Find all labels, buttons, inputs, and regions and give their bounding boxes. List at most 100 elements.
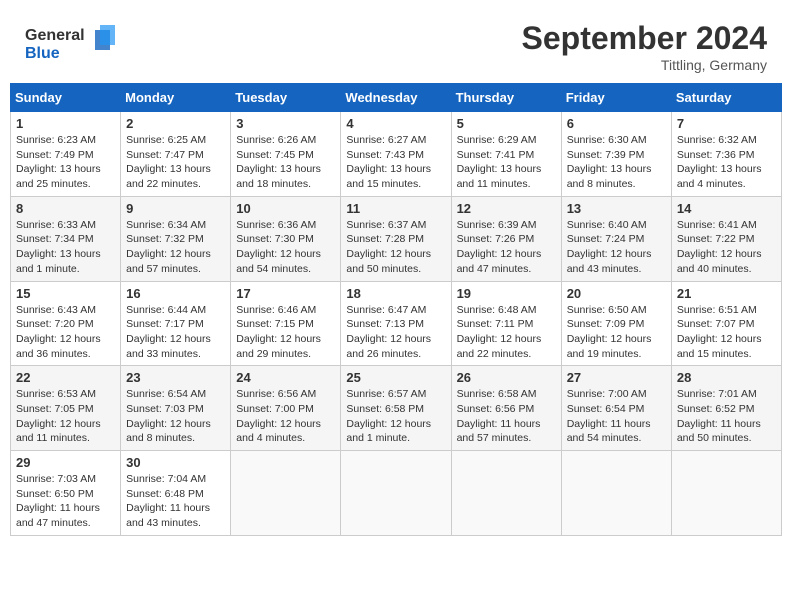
- day-info: Sunrise: 6:46 AM Sunset: 7:15 PM Dayligh…: [236, 303, 335, 362]
- calendar-cell: 24Sunrise: 6:56 AM Sunset: 7:00 PM Dayli…: [231, 366, 341, 451]
- day-number: 5: [457, 116, 556, 131]
- calendar-cell: [231, 451, 341, 536]
- day-number: 1: [16, 116, 115, 131]
- day-info: Sunrise: 6:30 AM Sunset: 7:39 PM Dayligh…: [567, 133, 666, 192]
- svg-text:General: General: [25, 27, 85, 44]
- day-number: 4: [346, 116, 445, 131]
- day-info: Sunrise: 6:36 AM Sunset: 7:30 PM Dayligh…: [236, 218, 335, 277]
- day-number: 27: [567, 370, 666, 385]
- calendar-cell: 6 Sunrise: 6:30 AM Sunset: 7:39 PM Daylig…: [561, 112, 671, 197]
- day-number: 9: [126, 201, 225, 216]
- calendar-cell: 7Sunrise: 6:32 AM Sunset: 7:36 PM Daylig…: [671, 112, 781, 197]
- day-number: 24: [236, 370, 335, 385]
- month-title: September 2024: [522, 20, 767, 57]
- col-sunday: Sunday: [11, 84, 121, 112]
- day-number: 26: [457, 370, 556, 385]
- day-info: Sunrise: 6:29 AM Sunset: 7:41 PM Dayligh…: [457, 133, 556, 192]
- day-info: Sunrise: 6:23 AM Sunset: 7:49 PM Dayligh…: [16, 133, 115, 192]
- day-number: 10: [236, 201, 335, 216]
- week-row-1: 1 Sunrise: 6:23 AM Sunset: 7:49 PM Daylig…: [11, 112, 782, 197]
- day-info: Sunrise: 7:01 AM Sunset: 6:52 PM Dayligh…: [677, 387, 776, 446]
- calendar-cell: 26 Sunrise: 6:58 AM Sunset: 6:56 PM Dayli…: [451, 366, 561, 451]
- day-info: Sunrise: 6:27 AM Sunset: 7:43 PM Dayligh…: [346, 133, 445, 192]
- day-number: 2: [126, 116, 225, 131]
- calendar-cell: [671, 451, 781, 536]
- col-monday: Monday: [121, 84, 231, 112]
- calendar-cell: 25 Sunrise: 6:57 AM Sunset: 6:58 PM Dayli…: [341, 366, 451, 451]
- calendar-cell: 18 Sunrise: 6:47 AM Sunset: 7:13 PM Dayli…: [341, 281, 451, 366]
- calendar-cell: 13 Sunrise: 6:40 AM Sunset: 7:24 PM Dayli…: [561, 196, 671, 281]
- day-number: 14: [677, 201, 776, 216]
- calendar-table: Sunday Monday Tuesday Wednesday Thursday…: [10, 83, 782, 536]
- day-info: Sunrise: 6:43 AM Sunset: 7:20 PM Dayligh…: [16, 303, 115, 362]
- day-info: Sunrise: 6:57 AM Sunset: 6:58 PM Dayligh…: [346, 387, 445, 446]
- day-info: Sunrise: 6:53 AM Sunset: 7:05 PM Dayligh…: [16, 387, 115, 446]
- day-number: 17: [236, 286, 335, 301]
- day-number: 29: [16, 455, 115, 470]
- day-info: Sunrise: 6:58 AM Sunset: 6:56 PM Dayligh…: [457, 387, 556, 446]
- col-wednesday: Wednesday: [341, 84, 451, 112]
- day-number: 3: [236, 116, 335, 131]
- day-info: Sunrise: 6:51 AM Sunset: 7:07 PM Dayligh…: [677, 303, 776, 362]
- calendar-cell: [561, 451, 671, 536]
- calendar-cell: 29 Sunrise: 7:03 AM Sunset: 6:50 PM Dayli…: [11, 451, 121, 536]
- calendar-cell: 20 Sunrise: 6:50 AM Sunset: 7:09 PM Dayli…: [561, 281, 671, 366]
- calendar-cell: [451, 451, 561, 536]
- day-info: Sunrise: 6:48 AM Sunset: 7:11 PM Dayligh…: [457, 303, 556, 362]
- week-row-2: 8Sunrise: 6:33 AM Sunset: 7:34 PM Daylig…: [11, 196, 782, 281]
- day-info: Sunrise: 7:03 AM Sunset: 6:50 PM Dayligh…: [16, 472, 115, 531]
- day-info: Sunrise: 7:04 AM Sunset: 6:48 PM Dayligh…: [126, 472, 225, 531]
- calendar-header-row: Sunday Monday Tuesday Wednesday Thursday…: [11, 84, 782, 112]
- calendar-cell: 3Sunrise: 6:26 AM Sunset: 7:45 PM Daylig…: [231, 112, 341, 197]
- day-number: 19: [457, 286, 556, 301]
- day-info: Sunrise: 6:54 AM Sunset: 7:03 PM Dayligh…: [126, 387, 225, 446]
- calendar-cell: 23Sunrise: 6:54 AM Sunset: 7:03 PM Dayli…: [121, 366, 231, 451]
- day-number: 18: [346, 286, 445, 301]
- calendar-cell: 27Sunrise: 7:00 AM Sunset: 6:54 PM Dayli…: [561, 366, 671, 451]
- col-tuesday: Tuesday: [231, 84, 341, 112]
- day-number: 15: [16, 286, 115, 301]
- calendar-cell: 22Sunrise: 6:53 AM Sunset: 7:05 PM Dayli…: [11, 366, 121, 451]
- col-thursday: Thursday: [451, 84, 561, 112]
- title-block: September 2024 Tittling, Germany: [522, 20, 767, 73]
- day-info: Sunrise: 6:34 AM Sunset: 7:32 PM Dayligh…: [126, 218, 225, 277]
- day-number: 13: [567, 201, 666, 216]
- day-number: 25: [346, 370, 445, 385]
- day-number: 11: [346, 201, 445, 216]
- day-info: Sunrise: 6:25 AM Sunset: 7:47 PM Dayligh…: [126, 133, 225, 192]
- calendar-cell: 8Sunrise: 6:33 AM Sunset: 7:34 PM Daylig…: [11, 196, 121, 281]
- calendar-cell: 16 Sunrise: 6:44 AM Sunset: 7:17 PM Dayli…: [121, 281, 231, 366]
- day-info: Sunrise: 6:44 AM Sunset: 7:17 PM Dayligh…: [126, 303, 225, 362]
- calendar-cell: 14 Sunrise: 6:41 AM Sunset: 7:22 PM Dayli…: [671, 196, 781, 281]
- day-info: Sunrise: 6:37 AM Sunset: 7:28 PM Dayligh…: [346, 218, 445, 277]
- day-number: 12: [457, 201, 556, 216]
- day-number: 16: [126, 286, 225, 301]
- col-friday: Friday: [561, 84, 671, 112]
- page-header: General Blue September 2024 Tittling, Ge…: [10, 10, 782, 78]
- calendar-cell: 21Sunrise: 6:51 AM Sunset: 7:07 PM Dayli…: [671, 281, 781, 366]
- logo-text: General Blue: [25, 20, 125, 70]
- day-info: Sunrise: 6:33 AM Sunset: 7:34 PM Dayligh…: [16, 218, 115, 277]
- logo: General Blue: [25, 20, 125, 70]
- day-number: 7: [677, 116, 776, 131]
- calendar-cell: 15 Sunrise: 6:43 AM Sunset: 7:20 PM Dayli…: [11, 281, 121, 366]
- calendar-cell: [341, 451, 451, 536]
- day-number: 6: [567, 116, 666, 131]
- calendar-cell: 2 Sunrise: 6:25 AM Sunset: 7:47 PM Daylig…: [121, 112, 231, 197]
- day-info: Sunrise: 6:41 AM Sunset: 7:22 PM Dayligh…: [677, 218, 776, 277]
- calendar-cell: 9 Sunrise: 6:34 AM Sunset: 7:32 PM Daylig…: [121, 196, 231, 281]
- day-number: 20: [567, 286, 666, 301]
- svg-text:Blue: Blue: [25, 45, 60, 62]
- week-row-3: 15 Sunrise: 6:43 AM Sunset: 7:20 PM Dayli…: [11, 281, 782, 366]
- day-info: Sunrise: 6:50 AM Sunset: 7:09 PM Dayligh…: [567, 303, 666, 362]
- calendar-cell: 28Sunrise: 7:01 AM Sunset: 6:52 PM Dayli…: [671, 366, 781, 451]
- day-info: Sunrise: 6:47 AM Sunset: 7:13 PM Dayligh…: [346, 303, 445, 362]
- week-row-4: 22Sunrise: 6:53 AM Sunset: 7:05 PM Dayli…: [11, 366, 782, 451]
- calendar-cell: 1 Sunrise: 6:23 AM Sunset: 7:49 PM Daylig…: [11, 112, 121, 197]
- week-row-5: 29 Sunrise: 7:03 AM Sunset: 6:50 PM Dayli…: [11, 451, 782, 536]
- day-info: Sunrise: 6:39 AM Sunset: 7:26 PM Dayligh…: [457, 218, 556, 277]
- day-info: Sunrise: 6:40 AM Sunset: 7:24 PM Dayligh…: [567, 218, 666, 277]
- calendar-cell: 19 Sunrise: 6:48 AM Sunset: 7:11 PM Dayli…: [451, 281, 561, 366]
- calendar-cell: 12 Sunrise: 6:39 AM Sunset: 7:26 PM Dayli…: [451, 196, 561, 281]
- location: Tittling, Germany: [522, 57, 767, 73]
